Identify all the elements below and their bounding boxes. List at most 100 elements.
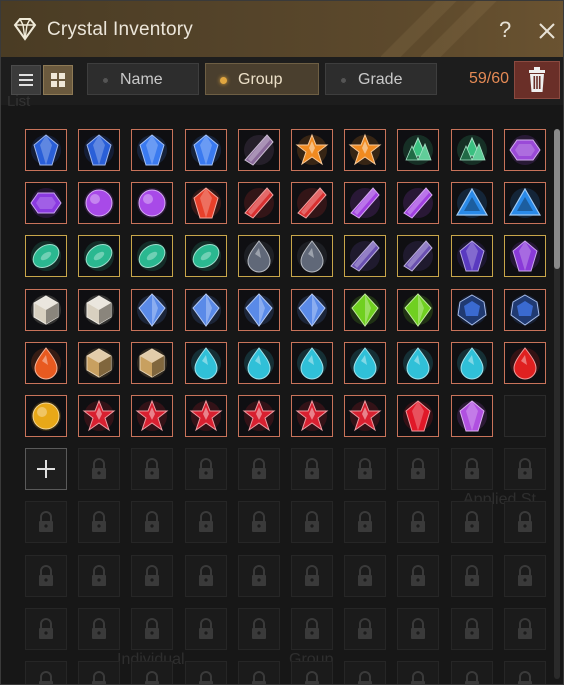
toolbar: Name Group Grade 59/60	[1, 57, 563, 105]
ruby-small-crystal-icon	[403, 400, 433, 432]
crystal-slot[interactable]	[25, 182, 67, 224]
crystal-slot[interactable]	[131, 289, 173, 331]
locked-slot	[238, 608, 280, 650]
locked-slot	[397, 501, 439, 543]
crystal-slot[interactable]	[344, 395, 386, 437]
crystal-slot[interactable]	[131, 342, 173, 384]
crystal-slot[interactable]	[451, 395, 493, 437]
crystal-slot[interactable]	[238, 342, 280, 384]
lock-icon	[39, 671, 53, 684]
crystal-slot[interactable]	[238, 395, 280, 437]
delete-button[interactable]	[514, 61, 560, 99]
close-icon[interactable]	[537, 21, 557, 41]
crystal-slot[interactable]	[78, 129, 120, 171]
crystal-slot[interactable]	[78, 289, 120, 331]
lock-icon	[92, 458, 106, 479]
crystal-slot[interactable]	[78, 182, 120, 224]
crystal-slot[interactable]	[238, 289, 280, 331]
crystal-slot[interactable]	[291, 342, 333, 384]
crystal-slot[interactable]	[344, 182, 386, 224]
locked-slot	[397, 661, 439, 684]
locked-slot	[451, 501, 493, 543]
crystal-slot[interactable]	[78, 342, 120, 384]
locked-slot	[238, 501, 280, 543]
blue-prism-crystal-icon	[137, 293, 167, 327]
red-star-crystal-icon	[82, 399, 116, 432]
crystal-slot[interactable]	[131, 129, 173, 171]
crystal-slot[interactable]	[131, 182, 173, 224]
crystal-slot[interactable]	[185, 342, 227, 384]
locked-slot	[451, 555, 493, 597]
crystal-slot[interactable]	[291, 129, 333, 171]
crystal-slot[interactable]	[131, 235, 173, 277]
crystal-slot[interactable]	[397, 182, 439, 224]
crystal-slot[interactable]	[451, 129, 493, 171]
locked-slot	[78, 661, 120, 684]
ruby-cut-crystal-icon	[191, 187, 221, 219]
crystal-slot[interactable]	[344, 289, 386, 331]
crystal-slot[interactable]	[397, 289, 439, 331]
crystal-slot[interactable]	[185, 182, 227, 224]
crystal-slot[interactable]	[504, 289, 546, 331]
sort-by-group-button[interactable]: Group	[205, 63, 319, 95]
help-button[interactable]: ?	[499, 19, 511, 41]
sort-label-group: Group	[238, 71, 283, 88]
crystal-slot[interactable]	[451, 342, 493, 384]
crystal-slot[interactable]	[451, 182, 493, 224]
white-cube-crystal-icon	[84, 295, 114, 325]
crystal-slot[interactable]	[238, 182, 280, 224]
crystal-slot[interactable]	[291, 235, 333, 277]
crystal-slot[interactable]	[78, 235, 120, 277]
red-star-crystal-icon	[135, 399, 169, 432]
lock-icon	[358, 618, 372, 639]
crystal-slot[interactable]	[504, 342, 546, 384]
crystal-slot[interactable]	[291, 289, 333, 331]
lock-icon	[305, 565, 319, 586]
crystal-slot[interactable]	[25, 129, 67, 171]
title-bar[interactable]: Crystal Inventory ?	[1, 1, 563, 58]
crystal-slot[interactable]	[25, 235, 67, 277]
crystal-slot[interactable]	[504, 235, 546, 277]
crystal-slot[interactable]	[397, 235, 439, 277]
crystal-slot[interactable]	[291, 395, 333, 437]
crystal-slot[interactable]	[397, 129, 439, 171]
amethyst-round-crystal-icon	[137, 188, 167, 218]
crystal-slot[interactable]	[25, 289, 67, 331]
crystal-slot[interactable]	[185, 395, 227, 437]
crystal-slot[interactable]	[344, 235, 386, 277]
crystal-slot[interactable]	[238, 235, 280, 277]
grid-view-button[interactable]	[43, 65, 73, 95]
crystal-slot[interactable]	[185, 129, 227, 171]
empty-slot[interactable]	[504, 395, 546, 437]
lock-icon	[411, 458, 425, 479]
scrollbar[interactable]	[554, 129, 560, 679]
blue-triangle-crystal-icon	[455, 187, 489, 218]
lock-icon	[358, 458, 372, 479]
lock-icon	[465, 618, 479, 639]
lock-icon	[145, 618, 159, 639]
crystal-slot[interactable]	[451, 289, 493, 331]
crystal-slot[interactable]	[504, 129, 546, 171]
crystal-slot[interactable]	[344, 342, 386, 384]
crystal-slot[interactable]	[344, 129, 386, 171]
crystal-slot[interactable]	[78, 395, 120, 437]
crystal-slot[interactable]	[504, 182, 546, 224]
sort-by-name-button[interactable]: Name	[87, 63, 199, 95]
crystal-slot[interactable]	[131, 395, 173, 437]
crystal-slot[interactable]	[238, 129, 280, 171]
locked-slot	[291, 501, 333, 543]
crystal-slot[interactable]	[397, 395, 439, 437]
crystal-slot[interactable]	[25, 395, 67, 437]
crystal-slot[interactable]	[291, 182, 333, 224]
sort-by-grade-button[interactable]: Grade	[325, 63, 437, 95]
add-slot-button[interactable]	[25, 448, 67, 490]
lock-icon	[199, 618, 213, 639]
scrollbar-thumb[interactable]	[554, 129, 560, 269]
crystal-slot[interactable]	[185, 235, 227, 277]
list-view-button[interactable]	[11, 65, 41, 95]
emerald-cluster-crystal-icon	[403, 135, 433, 165]
crystal-slot[interactable]	[185, 289, 227, 331]
crystal-slot[interactable]	[451, 235, 493, 277]
crystal-slot[interactable]	[397, 342, 439, 384]
crystal-slot[interactable]	[25, 342, 67, 384]
